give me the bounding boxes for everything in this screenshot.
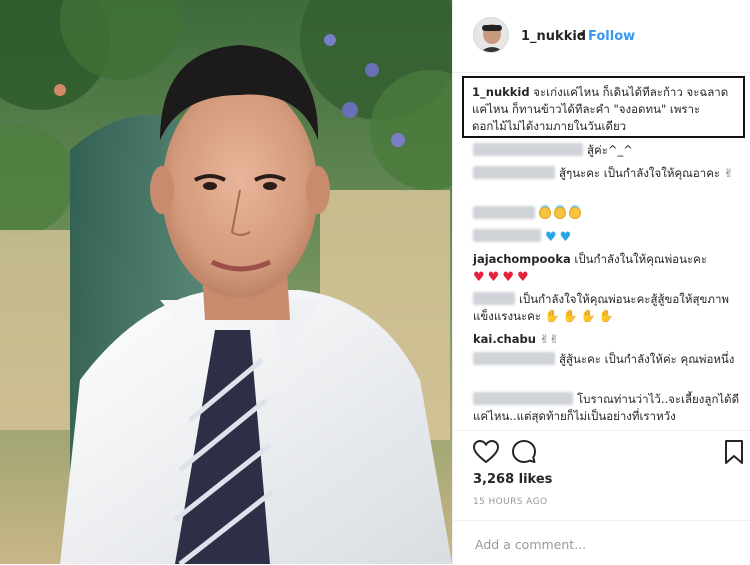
- smiling-halo-emoji-icon: [569, 207, 581, 219]
- avatar[interactable]: [473, 17, 509, 53]
- redacted-username: [473, 292, 515, 305]
- list-item: ♥ ♥: [473, 228, 743, 246]
- praying-hands-icon: ✋: [562, 309, 578, 323]
- list-item: สู้ค่ะ^_^: [473, 142, 743, 159]
- redacted-username: [473, 352, 555, 365]
- list-item: jajachompooka เป็นกำลังในให้คุณพ่อนะคะ ♥…: [473, 251, 743, 286]
- redacted-username: [473, 392, 573, 405]
- post-timestamp[interactable]: 15 HOURS AGO: [473, 497, 547, 507]
- redacted-username: [473, 206, 535, 219]
- add-comment-bar: [453, 520, 750, 565]
- selfie-image: [0, 0, 452, 564]
- post-caption: 1_nukkid จะเก่งแค่ไหน ก็เดินได้ทีละก้าว …: [462, 76, 745, 138]
- list-item: kai.chabu ✌✌: [473, 331, 743, 348]
- heart-outline-icon[interactable]: [473, 439, 499, 465]
- comment-text: สู้ๆนะคะ เป็นกำลังใจให้คุณอาคะ: [559, 166, 721, 180]
- add-comment-input[interactable]: [473, 533, 727, 555]
- list-item: [473, 205, 743, 222]
- list-item: สู้สู้นะคะ เป็นกำลังให้ค่ะ คุณพ่อหนึ่ง: [473, 351, 743, 368]
- caption-username[interactable]: 1_nukkid: [472, 85, 530, 99]
- smiling-halo-emoji-icon: [539, 207, 551, 219]
- comment-text: เป็นกำลังในให้คุณพ่อนะคะ: [574, 252, 707, 266]
- comment-username[interactable]: jajachompooka: [473, 252, 571, 266]
- comments-list[interactable]: 1_nukkid จะเก่งแค่ไหน ก็เดินได้ทีละก้าว …: [453, 72, 750, 428]
- post-header: 1_nukkid • Follow: [453, 0, 750, 73]
- post-actions: [453, 430, 750, 471]
- clapping-hands-icon: ✌: [723, 166, 734, 180]
- red-heart-icon: ♥: [487, 270, 500, 285]
- comment-text: สู้ค่ะ^_^: [587, 143, 633, 157]
- separator-dot: •: [578, 28, 586, 43]
- post-photo[interactable]: [0, 0, 452, 564]
- list-item: สู้ๆนะคะ เป็นกำลังใจให้คุณอาคะ ✌: [473, 165, 743, 182]
- red-heart-icon: ♥: [473, 270, 485, 285]
- post-username[interactable]: 1_nukkid: [521, 29, 586, 44]
- follow-button[interactable]: Follow: [588, 29, 635, 44]
- praying-hands-icon: ✋: [598, 309, 614, 323]
- praying-hands-icon: ✋: [580, 309, 596, 323]
- redacted-username: [473, 143, 583, 156]
- list-item: เป็นกำลังใจให้คุณพ่อนะคะสู้สู้ขอให้สุขภา…: [473, 291, 743, 325]
- post-sidebar: 1_nukkid • Follow 1_nukkid จะเก่งแค่ไหน …: [452, 0, 750, 564]
- clapping-hands-icon: ✌✌: [539, 332, 559, 346]
- comment-username[interactable]: kai.chabu: [473, 332, 536, 346]
- red-heart-icon: ♥: [516, 270, 529, 285]
- redacted-username: [473, 166, 555, 179]
- redacted-username: [473, 229, 541, 242]
- speech-bubble-icon[interactable]: [511, 439, 537, 465]
- bookmark-icon[interactable]: [721, 439, 747, 465]
- praying-hands-icon: ✋: [544, 309, 560, 323]
- red-heart-icon: ♥: [502, 270, 514, 285]
- likes-count[interactable]: 3,268 likes: [473, 472, 552, 487]
- smiling-halo-emoji-icon: [554, 207, 566, 219]
- blue-heart-icon: ♥: [545, 230, 557, 245]
- comment-text: สู้สู้นะคะ เป็นกำลังให้ค่ะ คุณพ่อหนึ่ง: [559, 352, 735, 366]
- blue-heart-icon: ♥: [559, 230, 572, 245]
- list-item: โบราณท่านว่าไว้..จะเลี้ยงลูกได้ดีแค่ไหน.…: [473, 391, 743, 425]
